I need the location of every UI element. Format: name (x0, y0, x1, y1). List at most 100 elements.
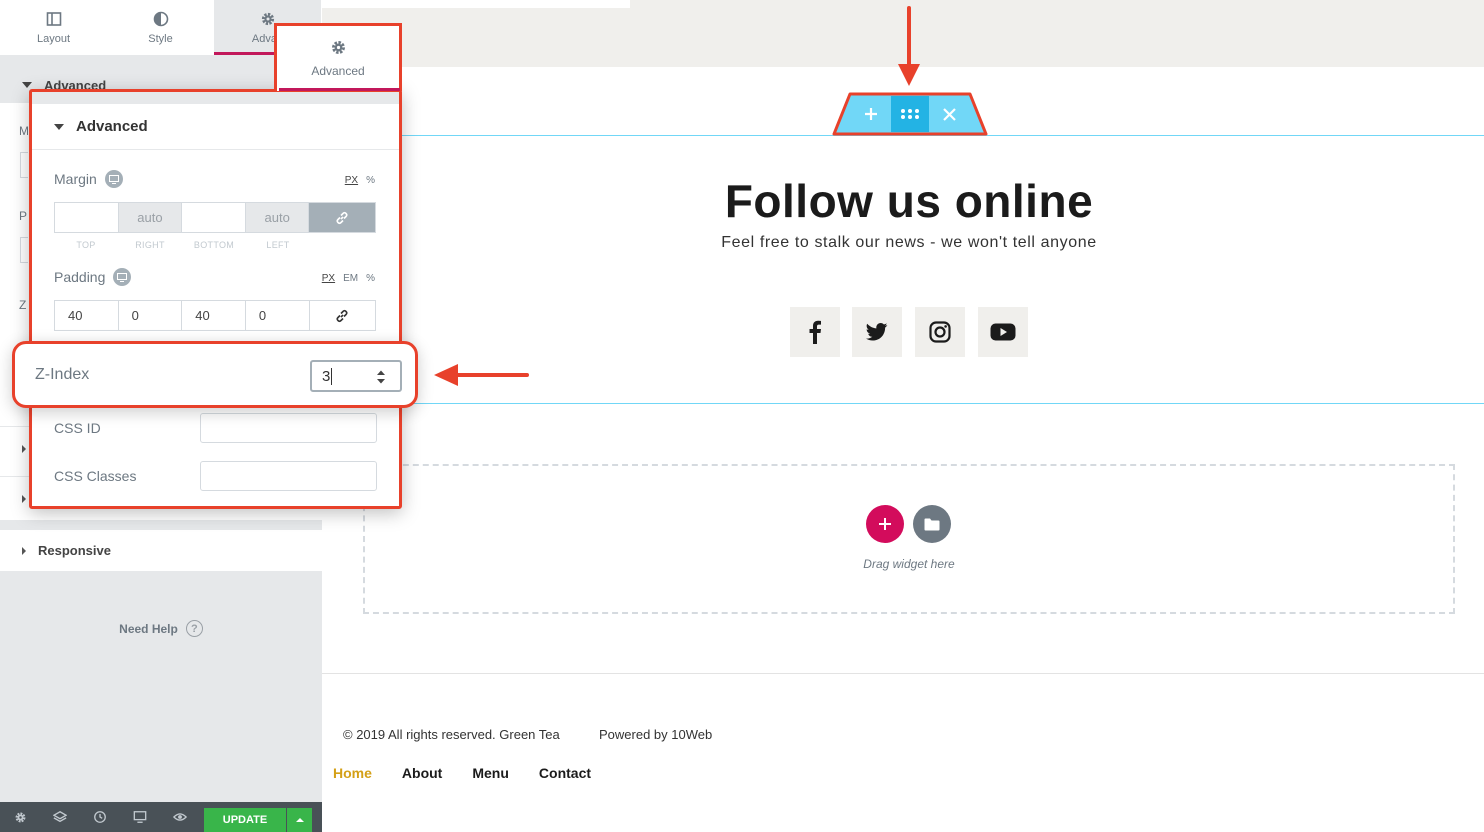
caption-top: TOP (76, 240, 96, 250)
margin-label: Margin (54, 171, 97, 187)
desktop-icon[interactable] (113, 268, 132, 286)
help-icon: ? (185, 620, 203, 637)
section-responsive-label: Responsive (38, 543, 111, 558)
need-help-link[interactable]: Need Help ? (0, 620, 322, 637)
caption-right: RIGHT (135, 240, 165, 250)
footer-nav-menu[interactable]: Menu (472, 765, 509, 781)
unit-em[interactable]: EM (343, 273, 358, 284)
behind-padding-letter: P (19, 209, 28, 223)
page-canvas: Follow us online Feel free to stalk our … (322, 0, 1484, 832)
instagram-icon (929, 321, 951, 343)
footer-nav-contact[interactable]: Contact (539, 765, 591, 781)
unit-px[interactable]: PX (322, 273, 335, 284)
caret-right-icon (22, 444, 26, 453)
tab-style[interactable]: Style (107, 0, 214, 55)
eye-icon[interactable] (160, 802, 200, 832)
add-section-button[interactable] (852, 96, 890, 132)
footer-divider (322, 673, 1484, 674)
caret-down-icon (54, 123, 64, 130)
margin-top-input[interactable] (55, 203, 119, 232)
padding-link-button[interactable] (309, 301, 375, 330)
advanced-section-header[interactable]: Advanced (32, 104, 399, 150)
section-subheading: Feel free to stalk our news - we won't t… (721, 234, 1097, 251)
margin-bottom-input[interactable] (182, 203, 246, 232)
add-template-button[interactable] (913, 505, 951, 543)
add-icon (879, 518, 891, 530)
footer-powered-by: Powered by 10Web (599, 727, 713, 742)
zindex-callout: Z-Index 3 (12, 341, 418, 408)
footer-nav-about[interactable]: About (402, 765, 442, 781)
add-new-section-button[interactable] (866, 505, 904, 543)
padding-top-input[interactable]: 40 (55, 301, 119, 330)
unit-px[interactable]: PX (345, 175, 358, 186)
unit-percent[interactable]: % (366, 273, 375, 284)
tab-style-label: Style (148, 32, 173, 45)
delete-section-button[interactable] (930, 96, 968, 132)
padding-label-group: Padding (54, 268, 132, 286)
history-icon[interactable] (80, 802, 120, 832)
update-options-button[interactable] (287, 808, 312, 832)
css-classes-input[interactable] (200, 461, 377, 491)
padding-label: Padding (54, 269, 106, 285)
arrow-left-icon (434, 364, 529, 386)
footer-copyright: © 2019 All rights reserved. Green Tea (343, 727, 560, 742)
behind-zindex-letter: Z (19, 298, 27, 312)
zindex-input[interactable]: 3 (310, 360, 402, 392)
margin-captions: TOP RIGHT BOTTOM LEFT (54, 240, 376, 250)
css-id-input[interactable] (200, 413, 377, 443)
section-responsive[interactable]: Responsive (0, 529, 322, 571)
responsive-icon[interactable] (120, 802, 160, 832)
facebook-icon (809, 320, 821, 344)
link-icon (336, 309, 348, 322)
layers-icon[interactable] (40, 802, 80, 832)
advanced-tab-callout[interactable]: Advanced (274, 23, 402, 91)
folder-icon (924, 518, 940, 530)
zindex-label: Z-Index (35, 366, 90, 383)
update-button[interactable]: UPDATE (204, 808, 286, 832)
close-icon (942, 107, 956, 121)
drop-zone-hint: Drag widget here (863, 557, 955, 571)
margin-inputs: auto auto (54, 202, 376, 233)
caption-bottom: BOTTOM (193, 240, 235, 250)
behind-box (20, 152, 28, 178)
padding-left-input[interactable]: 0 (245, 301, 310, 330)
padding-right-input[interactable]: 0 (118, 301, 183, 330)
advanced-section-title: Advanced (76, 118, 148, 135)
spinner-icon[interactable] (376, 369, 386, 385)
padding-bottom-input[interactable]: 40 (182, 301, 246, 330)
behind-margin-letter: M (19, 124, 29, 138)
empty-section-drop-zone[interactable] (363, 464, 1455, 614)
instagram-button[interactable] (915, 307, 965, 357)
zindex-value: 3 (322, 367, 331, 385)
section-bottom-border (322, 403, 1484, 404)
unit-percent[interactable]: % (366, 175, 375, 186)
margin-left-input[interactable]: auto (245, 203, 310, 232)
contrast-icon (153, 11, 168, 26)
padding-units: PX EM % (322, 273, 375, 284)
margin-right-input[interactable]: auto (118, 203, 183, 232)
twitter-button[interactable] (852, 307, 902, 357)
need-help-label: Need Help (119, 621, 178, 636)
footer-nav-home[interactable]: Home (333, 765, 372, 781)
settings-icon[interactable] (0, 802, 40, 832)
css-classes-label: CSS Classes (54, 468, 137, 484)
caret-right-icon (22, 546, 26, 555)
tab-layout[interactable]: Layout (0, 0, 107, 55)
facebook-button[interactable] (790, 307, 840, 357)
caret-right-icon (22, 494, 26, 503)
drag-section-handle[interactable] (891, 96, 929, 132)
canvas-top-strip (322, 0, 630, 8)
gear-icon (331, 41, 345, 54)
desktop-icon[interactable] (104, 170, 123, 188)
tab-layout-label: Layout (36, 32, 71, 45)
drag-icon (901, 109, 919, 119)
margin-link-button[interactable] (309, 203, 375, 232)
behind-box (20, 237, 28, 263)
advanced-callout-panel: Advanced Margin PX % auto auto TOP RIGHT… (29, 89, 402, 509)
link-icon (336, 211, 348, 224)
padding-inputs: 40 0 40 0 (54, 300, 376, 331)
footer-nav: Home About Menu Contact (333, 765, 591, 781)
caption-left: LEFT (266, 240, 290, 250)
youtube-button[interactable] (978, 307, 1028, 357)
advanced-tab-label: Advanced (311, 64, 365, 78)
